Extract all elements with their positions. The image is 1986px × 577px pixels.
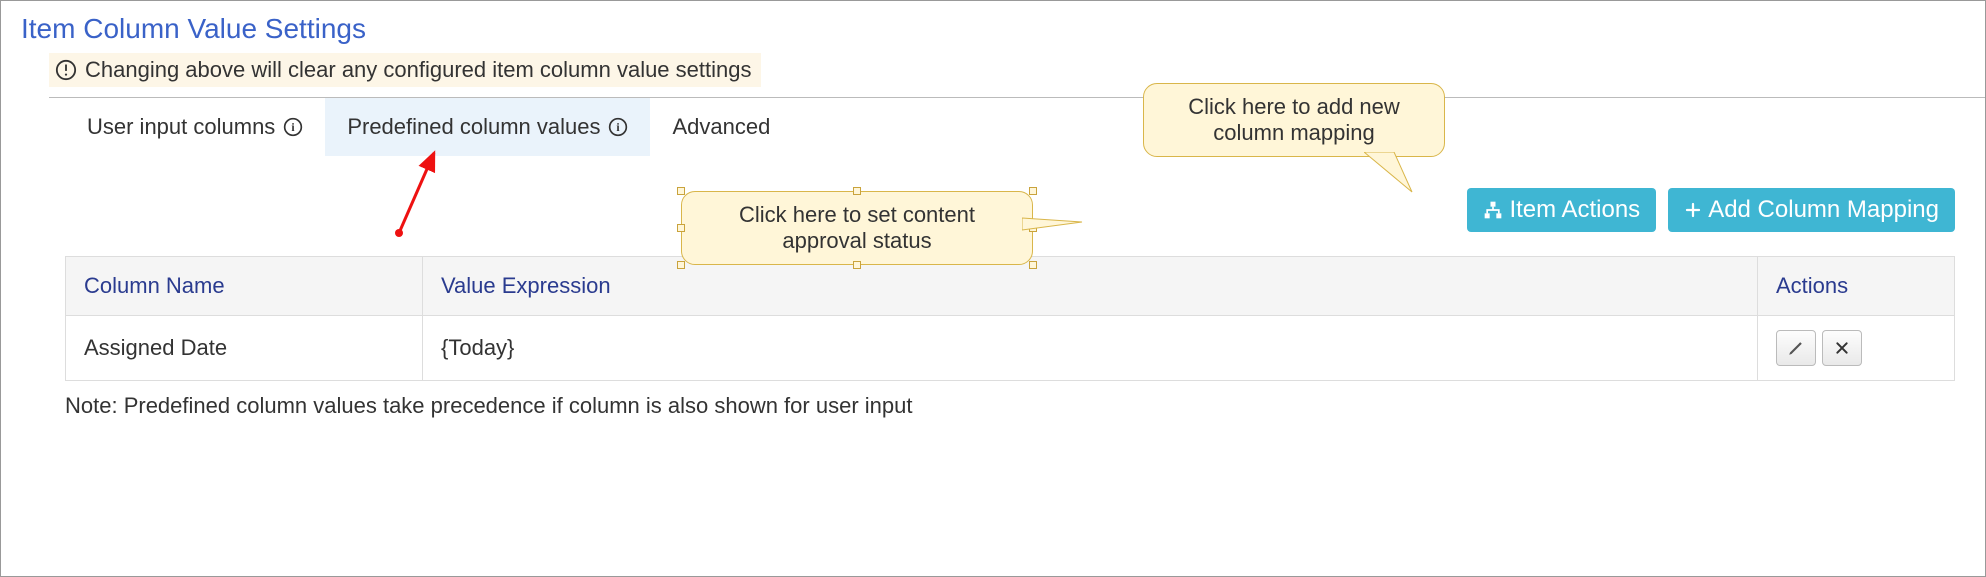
cell-column-name: Assigned Date (66, 316, 423, 381)
close-icon (1834, 340, 1850, 356)
tab-advanced[interactable]: Advanced (650, 98, 792, 156)
callout-approval: Click here to set content approval statu… (681, 191, 1033, 265)
warning-icon (55, 59, 77, 81)
info-icon[interactable]: i (283, 117, 303, 137)
section-title: Item Column Value Settings (1, 1, 1985, 53)
col-header-name[interactable]: Column Name (66, 257, 423, 316)
warning-bar: Changing above will clear any configured… (49, 53, 761, 87)
delete-row-button[interactable] (1822, 330, 1862, 366)
callout-tail-icon (1364, 152, 1424, 194)
edit-row-button[interactable] (1776, 330, 1816, 366)
col-header-expr[interactable]: Value Expression (423, 257, 1758, 316)
item-actions-label: Item Actions (1509, 196, 1640, 224)
callout-add-mapping-line1: Click here to add new (1164, 94, 1424, 120)
warning-text: Changing above will clear any configured… (85, 57, 751, 83)
add-column-mapping-label: Add Column Mapping (1708, 196, 1939, 224)
item-actions-button[interactable]: Item Actions (1467, 188, 1656, 232)
tab-predefined[interactable]: Predefined column values i (325, 98, 650, 156)
tab-user-input-label: User input columns (87, 114, 275, 140)
plus-icon (1684, 201, 1702, 219)
hierarchy-icon (1483, 200, 1503, 220)
tabs: User input columns i Predefined column v… (65, 98, 1985, 156)
add-column-mapping-button[interactable]: Add Column Mapping (1668, 188, 1955, 232)
column-mapping-table: Column Name Value Expression Actions Ass… (65, 256, 1955, 381)
info-icon[interactable]: i (608, 117, 628, 137)
callout-add-mapping: Click here to add new column mapping (1143, 83, 1445, 157)
pencil-icon (1787, 339, 1805, 357)
footnote: Note: Predefined column values take prec… (65, 393, 1955, 419)
tab-predefined-label: Predefined column values (347, 114, 600, 140)
callout-approval-text: Click here to set content approval statu… (739, 202, 975, 253)
svg-text:i: i (292, 121, 296, 134)
table-row: Assigned Date {Today} (66, 316, 1955, 381)
tab-advanced-label: Advanced (672, 114, 770, 140)
cell-value-expression: {Today} (423, 316, 1758, 381)
svg-text:i: i (617, 121, 621, 134)
callout-add-mapping-line2: column mapping (1164, 120, 1424, 146)
col-header-actions: Actions (1758, 257, 1955, 316)
callout-tail-icon (1022, 214, 1092, 234)
tab-user-input[interactable]: User input columns i (65, 98, 325, 156)
